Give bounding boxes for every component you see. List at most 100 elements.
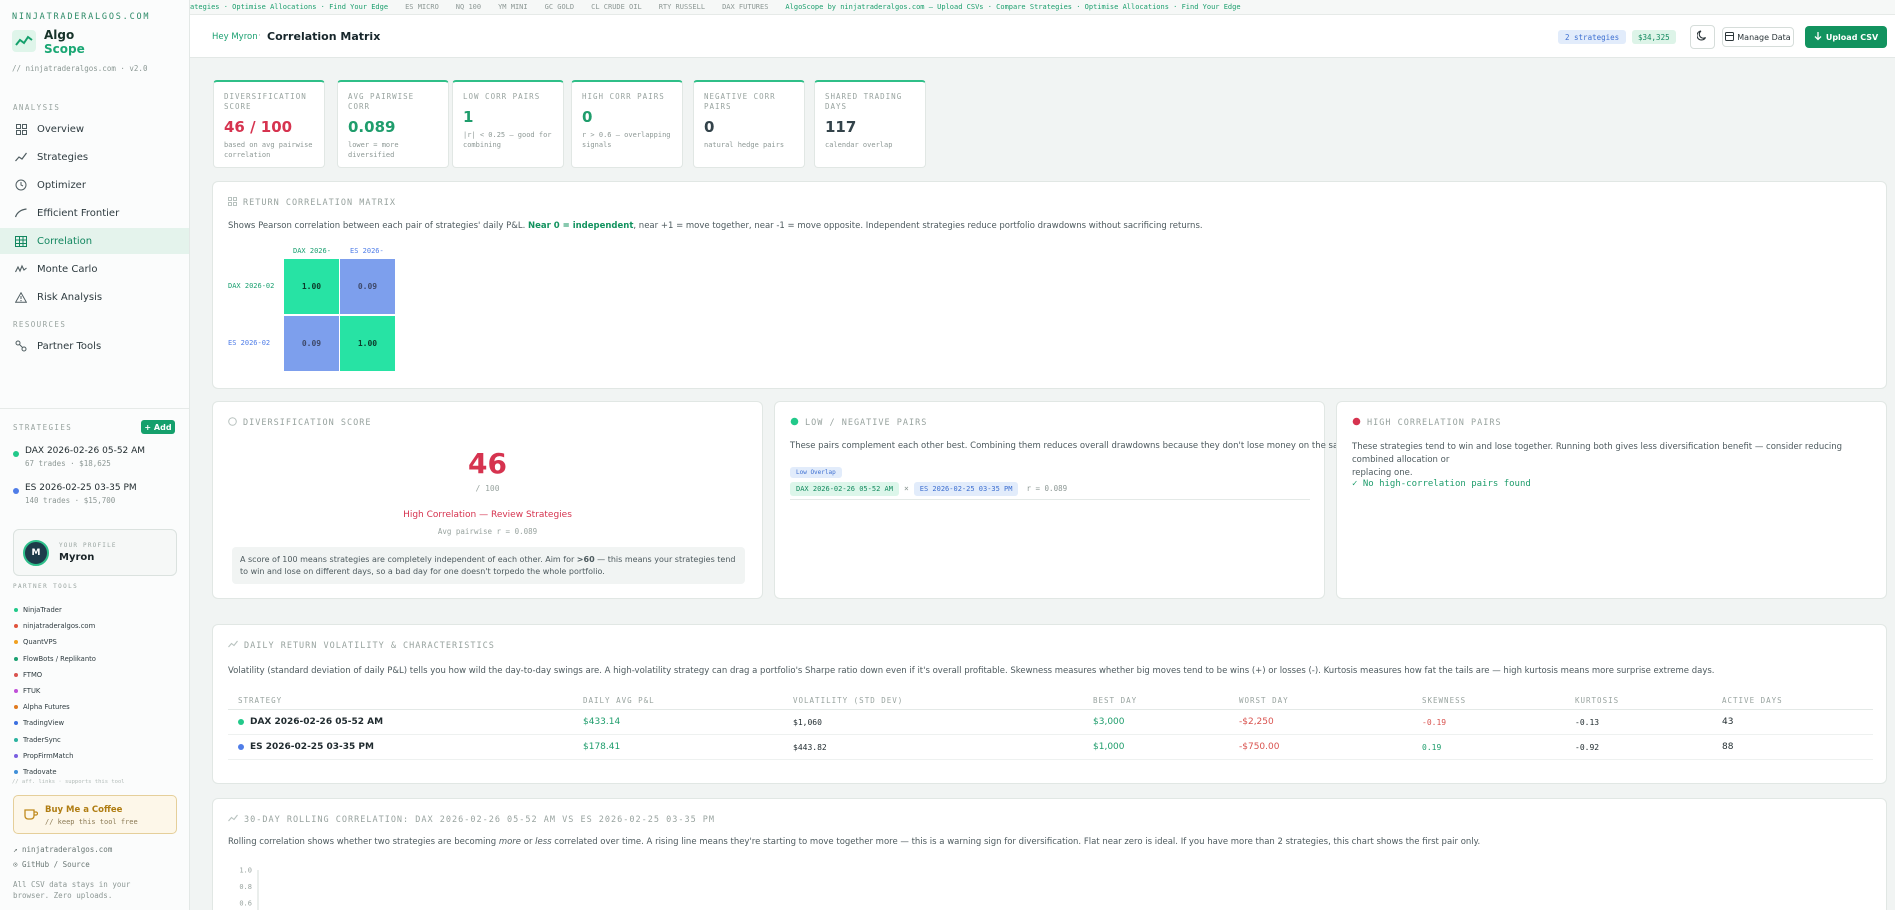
profile-card[interactable]: M YOUR PROFILE Myron <box>13 529 177 576</box>
nav-label: Risk Analysis <box>37 291 103 303</box>
nav-efficient-frontier[interactable]: Efficient Frontier <box>0 200 189 226</box>
grid-icon <box>15 123 27 135</box>
daily-avg-cell: $433.14 <box>573 709 783 735</box>
add-strategy-button[interactable]: + Add <box>141 420 175 434</box>
kpi-label: NEGATIVE CORR PAIRS <box>704 92 776 111</box>
desc-emphasis: more <box>498 837 522 847</box>
pair-r-value: r = 0.089 <box>1026 484 1068 493</box>
partner-dot <box>14 769 18 774</box>
coffee-icon <box>24 808 39 824</box>
column-header[interactable]: ACTIVE DAYS <box>1712 692 1873 710</box>
trend-icon <box>228 814 238 825</box>
nav-correlation[interactable]: Correlation <box>0 228 189 254</box>
panel-title: DIVERSIFICATION SCORE <box>228 417 371 429</box>
upload-csv-button[interactable]: Upload CSV <box>1805 26 1887 48</box>
moon-icon <box>1696 30 1708 44</box>
column-header[interactable]: STRATEGY <box>228 692 573 710</box>
table-row[interactable]: DAX 2026-02-26 05-52 AM $433.14 $1,060 $… <box>228 709 1873 735</box>
correlation-matrix-panel: RETURN CORRELATION MATRIX Shows Pearson … <box>212 181 1887 389</box>
table-header-row: STRATEGY DAILY AVG P&L VOLATILITY (STD D… <box>228 692 1873 710</box>
nav-strategies[interactable]: Strategies <box>0 144 189 170</box>
partner-link-propfirmmatch[interactable]: PropFirmMatch <box>14 748 96 764</box>
partner-link-ftuk[interactable]: FTUK <box>14 683 96 699</box>
partner-link-tradingview[interactable]: TradingView <box>14 715 96 731</box>
partner-link-alpha-futures[interactable]: Alpha Futures <box>14 699 96 715</box>
panel-title: RETURN CORRELATION MATRIX <box>228 197 396 209</box>
table-icon <box>15 235 27 247</box>
kurtosis-cell: -0.13 <box>1565 709 1712 735</box>
note-part: A score of 100 means strategies are comp… <box>240 555 577 564</box>
panel-description: These strategies tend to win and lose to… <box>1352 441 1872 480</box>
nav-label: Optimizer <box>37 179 86 191</box>
partner-dot <box>14 705 18 710</box>
ticker-text: AlgoScope by ninjatraderalgos.com — Uplo… <box>785 3 1241 11</box>
page-title: Correlation Matrix <box>267 30 381 43</box>
buy-me-coffee-button[interactable]: Buy Me a Coffee // keep this tool free <box>13 795 177 834</box>
partner-link-tradovate[interactable]: Tradovate <box>14 764 96 780</box>
partner-link-ninjatraderalgos[interactable]: ninjatraderalgos.com <box>14 618 96 634</box>
panel-title: 30-DAY ROLLING CORRELATION: DAX 2026-02-… <box>228 814 715 825</box>
column-header[interactable]: DAILY AVG P&L <box>573 692 783 710</box>
pair-strategy-a: DAX 2026-02-26 05-52 AM <box>790 481 899 496</box>
skewness-cell: 0.19 <box>1412 734 1565 760</box>
brand-name: Algo Scope <box>44 28 85 56</box>
partner-link-tradersync[interactable]: TraderSync <box>14 732 96 748</box>
share-icon <box>15 340 27 352</box>
manage-data-button[interactable]: Manage Data <box>1722 27 1794 47</box>
ticker-symbol: NQ 100 <box>455 3 482 11</box>
partner-link-ftmo[interactable]: FTMO <box>14 667 96 683</box>
matrix-cell[interactable]: 0.09 <box>284 316 339 371</box>
partner-link-flowbots[interactable]: FlowBots / Replikanto <box>14 651 96 667</box>
theme-toggle-button[interactable] <box>1690 25 1715 49</box>
strategy-cell: ES 2026-02-25 03-35 PM <box>228 734 573 760</box>
column-header[interactable]: BEST DAY <box>1083 692 1229 710</box>
panel-title-text: HIGH CORRELATION PAIRS <box>1367 418 1502 428</box>
profile-label: YOUR PROFILE <box>59 542 117 549</box>
desc-part: , near +1 = move together, near -1 = mov… <box>633 221 1203 231</box>
partner-link-ninjatrader[interactable]: NinjaTrader <box>14 602 96 618</box>
rolling-correlation-panel: 30-DAY ROLLING CORRELATION: DAX 2026-02-… <box>212 798 1887 910</box>
strategy-name: DAX 2026-02-26 05-52 AM <box>25 446 146 456</box>
brand-name-line1: Algo <box>44 28 75 42</box>
partner-tools-label: PARTNER TOOLS <box>13 583 79 590</box>
site-link[interactable]: ↗ ninjatraderalgos.com <box>13 845 112 854</box>
column-header[interactable]: WORST DAY <box>1229 692 1412 710</box>
pair-row[interactable]: DAX 2026-02-26 05-52 AM × ES 2026-02-25 … <box>790 478 1310 500</box>
partner-label: TradingView <box>23 719 65 728</box>
nav-overview[interactable]: Overview <box>0 116 189 142</box>
clock-icon <box>15 179 27 191</box>
strategy-color-dot <box>238 743 244 750</box>
github-link[interactable]: ⊙ GitHub / Source <box>13 860 90 869</box>
nav-partner-tools[interactable]: Partner Tools <box>0 333 189 359</box>
avg-pairwise-r: Avg pairwise r = 0.089 <box>437 527 538 536</box>
nav-monte-carlo[interactable]: Monte Carlo <box>0 256 189 282</box>
nav-risk-analysis[interactable]: Risk Analysis <box>0 284 189 310</box>
desc-emphasis: less <box>535 837 552 847</box>
diversification-note: A score of 100 means strategies are comp… <box>232 547 745 584</box>
nav-optimizer[interactable]: Optimizer <box>0 172 189 198</box>
coffee-title: Buy Me a Coffee <box>45 805 123 815</box>
partner-label: FTMO <box>23 670 43 679</box>
column-header[interactable]: SKEWNESS <box>1412 692 1565 710</box>
matrix-cell[interactable]: 1.00 <box>284 259 339 314</box>
kpi-diversification-score: DIVERSIFICATION SCORE 46 / 100 based on … <box>213 80 325 168</box>
kpi-avg-pairwise-corr: AVG PAIRWISE CORR 0.089 lower = more div… <box>337 80 449 168</box>
partner-link-quantvps[interactable]: QuantVPS <box>14 634 96 650</box>
nav-label: Efficient Frontier <box>37 207 120 219</box>
column-header[interactable]: VOLATILITY (STD DEV) <box>783 692 1083 710</box>
strategies-section-label: STRATEGIES <box>13 423 73 432</box>
partner-dot <box>14 640 18 645</box>
strategy-meta: 67 trades · $18,625 <box>25 459 111 468</box>
skewness-cell: -0.19 <box>1412 709 1565 735</box>
profile-name: Myron <box>59 552 95 563</box>
panel-title-text: RETURN CORRELATION MATRIX <box>243 198 396 208</box>
nav-label: Partner Tools <box>37 340 102 352</box>
kpi-value: 0.089 <box>348 118 396 136</box>
matrix-cell[interactable]: 0.09 <box>340 259 395 314</box>
column-header[interactable]: KURTOSIS <box>1565 692 1712 710</box>
matrix-cell[interactable]: 1.00 <box>340 316 395 371</box>
low-negative-pairs-panel: LOW / NEGATIVE PAIRS These pairs complem… <box>774 401 1377 599</box>
table-row[interactable]: ES 2026-02-25 03-35 PM $178.41 $443.82 $… <box>228 734 1873 760</box>
strategy-name: ES 2026-02-25 03-35 PM <box>250 742 374 752</box>
ticker-text: ategies · Optimise Allocations · Find Yo… <box>190 3 389 11</box>
